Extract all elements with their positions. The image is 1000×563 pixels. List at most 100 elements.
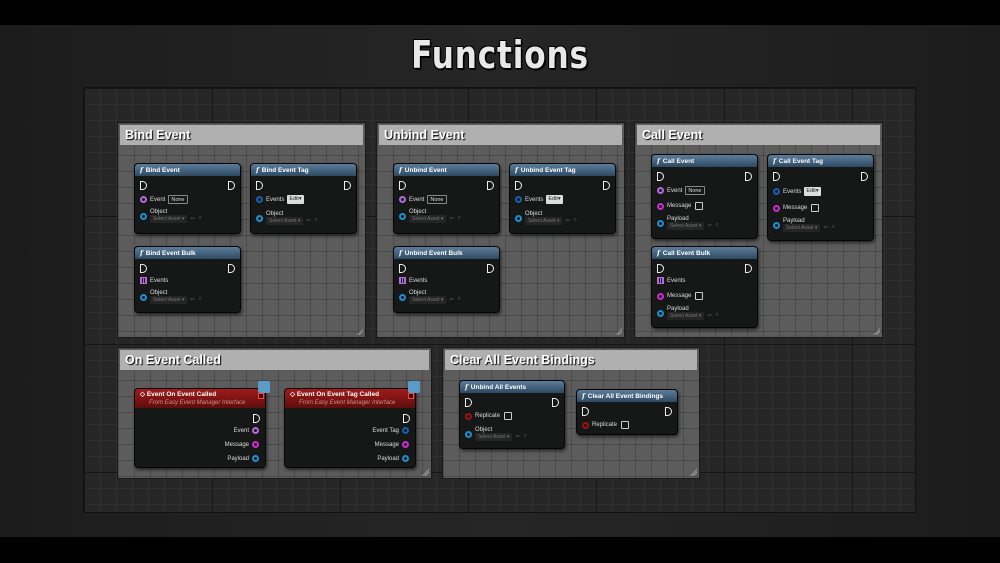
exec-in-pin[interactable] xyxy=(140,181,147,190)
exec-in-pin[interactable] xyxy=(657,264,664,273)
delegate-pin[interactable] xyxy=(258,393,264,399)
output-pin[interactable] xyxy=(402,427,409,434)
use-selected-icon[interactable]: ⇐ xyxy=(565,217,570,225)
output-pin[interactable] xyxy=(252,427,259,434)
use-selected-icon[interactable]: ⇐ xyxy=(449,296,454,304)
input-pin[interactable] xyxy=(657,202,664,210)
use-selected-icon[interactable]: ⇐ xyxy=(190,215,195,223)
object-pin[interactable] xyxy=(256,215,263,222)
resize-handle[interactable] xyxy=(615,328,622,335)
use-selected-icon[interactable]: ⇐ xyxy=(190,296,195,304)
select-asset-dropdown[interactable]: Select Asset ▾ xyxy=(409,215,447,223)
function-node[interactable]: f Call Event Tag Events Edit▾ Message Payload… xyxy=(767,154,874,241)
output-pin[interactable] xyxy=(402,455,409,462)
exec-out-pin[interactable] xyxy=(745,172,752,181)
output-pin[interactable] xyxy=(252,455,259,462)
function-node[interactable]: f Call Event Event None Message Payload Select… xyxy=(651,154,758,239)
exec-out-pin[interactable] xyxy=(861,172,868,181)
edit-dropdown[interactable]: Edit▾ xyxy=(804,187,821,196)
use-selected-icon[interactable]: ⇐ xyxy=(823,224,828,232)
object-pin[interactable] xyxy=(399,213,406,220)
select-asset-dropdown[interactable]: Select Asset ▾ xyxy=(475,433,513,441)
object-pin[interactable] xyxy=(465,431,472,438)
resize-handle[interactable] xyxy=(356,328,363,335)
exec-out-pin[interactable] xyxy=(253,414,260,423)
function-node[interactable]: f Unbind Event Event None Object Select Asset… xyxy=(393,163,500,234)
use-selected-icon[interactable]: ⇐ xyxy=(707,312,712,320)
select-asset-dropdown[interactable]: Select Asset ▾ xyxy=(667,312,705,320)
browse-icon[interactable]: ⌕ xyxy=(715,312,718,320)
function-node[interactable]: f Bind Event Bulk Events Object Select Asset… xyxy=(134,246,241,313)
exec-out-pin[interactable] xyxy=(665,407,672,416)
browse-icon[interactable]: ⌕ xyxy=(457,296,460,304)
exec-out-pin[interactable] xyxy=(745,264,752,273)
browse-icon[interactable]: ⌕ xyxy=(831,224,834,232)
object-pin[interactable] xyxy=(515,215,522,222)
object-pin[interactable] xyxy=(140,213,147,220)
exec-out-pin[interactable] xyxy=(403,414,410,423)
exec-in-pin[interactable] xyxy=(140,264,147,273)
event-value-field[interactable]: None xyxy=(427,195,447,204)
output-pin[interactable] xyxy=(402,441,409,448)
input-pin[interactable] xyxy=(657,187,664,194)
exec-in-pin[interactable] xyxy=(399,264,406,273)
exec-out-pin[interactable] xyxy=(228,264,235,273)
exec-in-pin[interactable] xyxy=(465,398,472,407)
select-asset-dropdown[interactable]: Select Asset ▾ xyxy=(266,217,304,225)
checkbox[interactable] xyxy=(621,421,630,429)
delegate-pin[interactable] xyxy=(408,393,414,399)
event-node[interactable]: ◇ Event On Event Tag Called From Easy Eve… xyxy=(284,388,416,468)
object-pin[interactable] xyxy=(657,220,664,227)
function-node[interactable]: f Bind Event Event None Object Select Asset ▾… xyxy=(134,163,241,234)
browse-icon[interactable]: ⌕ xyxy=(457,215,460,223)
browse-icon[interactable]: ⌕ xyxy=(523,433,526,441)
input-pin[interactable] xyxy=(773,204,780,212)
event-value-field[interactable]: None xyxy=(685,186,705,195)
function-node[interactable]: f Unbind Event Tag Events Edit▾ Object Select… xyxy=(509,163,616,234)
input-pin[interactable] xyxy=(399,196,406,203)
checkbox[interactable] xyxy=(504,412,513,420)
function-node[interactable]: f Unbind All Events Replicate Object Select … xyxy=(459,380,565,449)
edit-dropdown[interactable]: Edit▾ xyxy=(546,195,563,204)
input-pin[interactable] xyxy=(140,196,147,203)
browse-icon[interactable]: ⌕ xyxy=(573,217,576,225)
checkbox[interactable] xyxy=(695,202,704,210)
object-pin[interactable] xyxy=(399,294,406,301)
array-pin-icon[interactable] xyxy=(399,277,406,284)
select-asset-dropdown[interactable]: Select Asset ▾ xyxy=(409,296,447,304)
object-pin[interactable] xyxy=(773,222,780,229)
checkbox[interactable] xyxy=(695,292,704,300)
select-asset-dropdown[interactable]: Select Asset ▾ xyxy=(150,215,188,223)
browse-icon[interactable]: ⌕ xyxy=(715,222,718,230)
input-pin[interactable] xyxy=(773,188,780,195)
input-pin[interactable] xyxy=(465,412,472,420)
select-asset-dropdown[interactable]: Select Asset ▾ xyxy=(525,217,563,225)
event-node[interactable]: ◇ Event On Event Called From Easy Event M… xyxy=(134,388,266,468)
output-pin[interactable] xyxy=(252,441,259,448)
edit-dropdown[interactable]: Edit▾ xyxy=(287,195,304,204)
use-selected-icon[interactable]: ⇐ xyxy=(707,222,712,230)
resize-handle[interactable] xyxy=(690,469,697,476)
function-node[interactable]: f Bind Event Tag Events Edit▾ Object Select A… xyxy=(250,163,357,234)
browse-icon[interactable]: ⌕ xyxy=(314,217,317,225)
object-pin[interactable] xyxy=(140,294,147,301)
select-asset-dropdown[interactable]: Select Asset ▾ xyxy=(667,222,705,230)
use-selected-icon[interactable]: ⇐ xyxy=(449,215,454,223)
exec-out-pin[interactable] xyxy=(487,264,494,273)
exec-in-pin[interactable] xyxy=(582,407,589,416)
exec-out-pin[interactable] xyxy=(228,181,235,190)
exec-out-pin[interactable] xyxy=(344,181,351,190)
array-pin-icon[interactable] xyxy=(140,277,147,284)
input-pin[interactable] xyxy=(256,196,263,203)
object-pin[interactable] xyxy=(657,310,664,317)
select-asset-dropdown[interactable]: Select Asset ▾ xyxy=(150,296,188,304)
exec-out-pin[interactable] xyxy=(487,181,494,190)
use-selected-icon[interactable]: ⇐ xyxy=(306,217,311,225)
exec-in-pin[interactable] xyxy=(399,181,406,190)
input-pin[interactable] xyxy=(657,292,664,300)
function-node[interactable]: f Clear All Event Bindings Replicate xyxy=(576,389,678,435)
exec-in-pin[interactable] xyxy=(256,181,263,190)
exec-in-pin[interactable] xyxy=(657,172,664,181)
resize-handle[interactable] xyxy=(422,469,429,476)
function-node[interactable]: f Call Event Bulk Events Message Payload Sele… xyxy=(651,246,758,328)
